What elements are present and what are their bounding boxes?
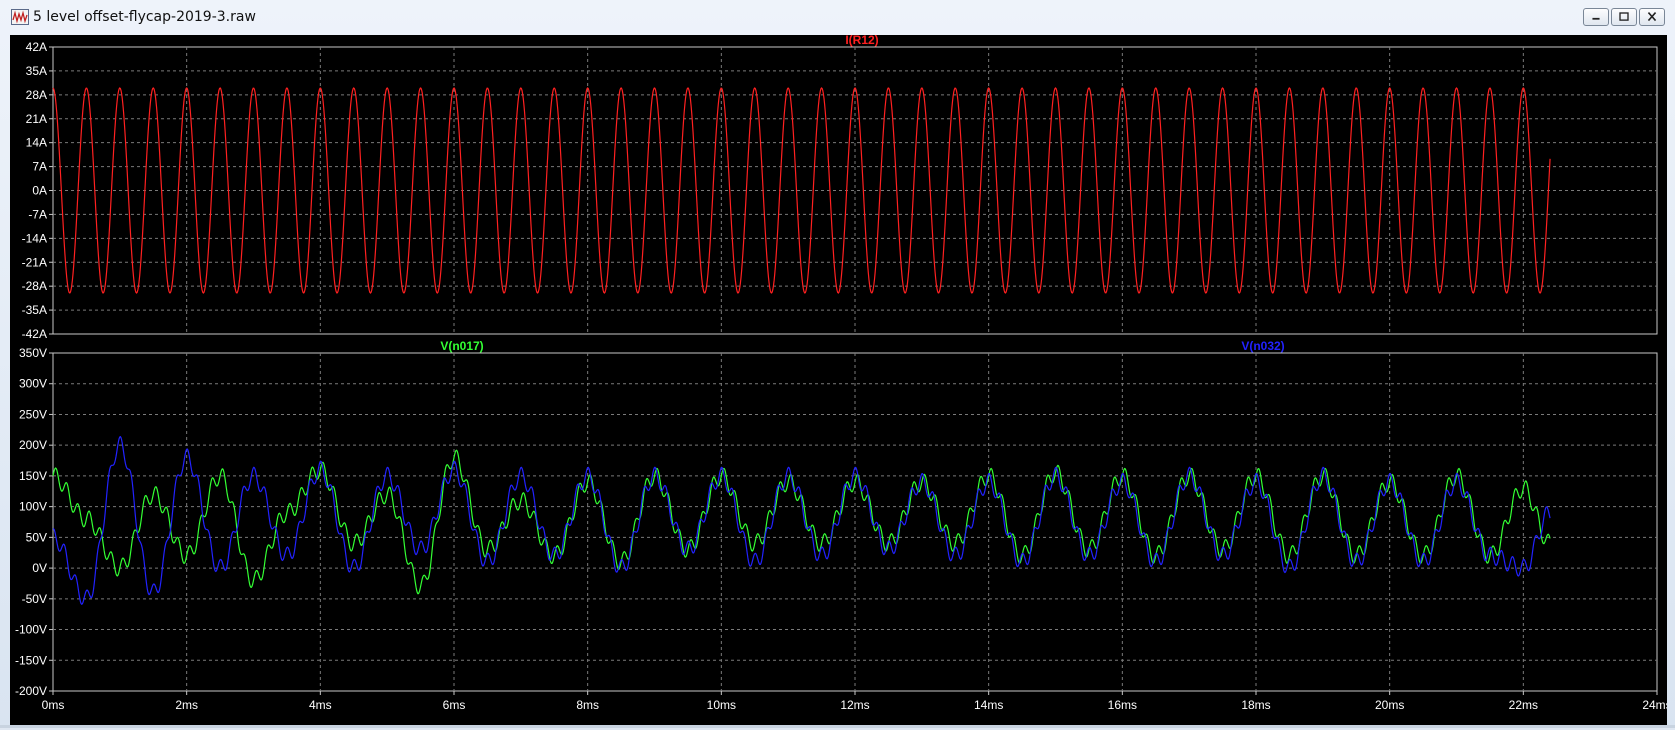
x-tick-label: 20ms <box>1375 698 1404 712</box>
waveform-window: 5 level offset-flycap-2019-3.raw 42A 35A 2… <box>0 0 1675 728</box>
pane-voltage[interactable]: 350V 300V 250V 200V 150V 100V 50V 0V -50V -100V -1… <box>15 339 1672 712</box>
minimize-icon <box>1592 17 1600 20</box>
x-tick-label: 22ms <box>1509 698 1538 712</box>
y-tick-label: -7A <box>28 207 47 221</box>
x-tick-label: 0ms <box>42 698 65 712</box>
x-tick-label: 12ms <box>840 698 869 712</box>
window-title: 5 level offset-flycap-2019-3.raw <box>33 9 256 25</box>
y-tick-label: 250V <box>19 407 47 421</box>
x-tick-label: 8ms <box>576 698 599 712</box>
y-tick-label: 200V <box>19 438 47 452</box>
y-tick-label: 300V <box>19 377 47 391</box>
waveform-app-icon <box>11 9 29 25</box>
trace-label-v-n017-: V(n017) <box>440 339 483 353</box>
y-tick-label: 7A <box>32 160 47 174</box>
x-tick-label: 24ms <box>1642 698 1667 712</box>
y-tick-label: 42A <box>26 40 47 54</box>
y-tick-label: 35A <box>26 64 47 78</box>
y-tick-label: 14A <box>26 136 47 150</box>
pane-current[interactable]: 42A 35A 28A 21A 14A 7A 0A -7A -14A -21A -28A -35A -4… <box>22 33 1658 341</box>
y-tick-label: 0A <box>32 184 47 198</box>
y-tick-label: -35A <box>22 303 47 317</box>
x-tick-label: 2ms <box>175 698 198 712</box>
y-tick-label: 100V <box>19 500 47 514</box>
maximize-button[interactable] <box>1611 8 1637 26</box>
plot-area[interactable]: 42A 35A 28A 21A 14A 7A 0A -7A -14A -21A -28A -35A -4… <box>10 33 1672 725</box>
x-tick-label: 18ms <box>1241 698 1270 712</box>
trace-label-v-n032-: V(n032) <box>1241 339 1284 353</box>
y-tick-label: -200V <box>15 684 47 698</box>
y-tick-label: 21A <box>26 112 47 126</box>
minimize-button[interactable] <box>1583 8 1609 26</box>
x-tick-label: 14ms <box>974 698 1003 712</box>
y-tick-label: -42A <box>22 327 47 341</box>
y-tick-label: 50V <box>26 530 47 544</box>
close-button[interactable] <box>1639 8 1665 26</box>
y-tick-label: -50V <box>22 592 47 606</box>
x-tick-label: 4ms <box>309 698 332 712</box>
y-tick-label: -28A <box>22 279 47 293</box>
x-tick-label: 10ms <box>707 698 736 712</box>
title-bar[interactable]: 5 level offset-flycap-2019-3.raw <box>0 0 1675 35</box>
y-tick-label: -21A <box>22 255 47 269</box>
y-tick-label: 350V <box>19 346 47 360</box>
close-icon <box>1647 12 1657 22</box>
x-tick-label: 6ms <box>443 698 466 712</box>
y-tick-label: 0V <box>32 561 47 575</box>
y-tick-label: -150V <box>15 653 47 667</box>
y-tick-label: 28A <box>26 88 47 102</box>
x-tick-label: 16ms <box>1108 698 1137 712</box>
trace-label-i-r12-: I(R12) <box>845 35 878 47</box>
maximize-icon <box>1619 12 1629 21</box>
waveform-plots[interactable]: 42A 35A 28A 21A 14A 7A 0A -7A -14A -21A -28A -35A -4… <box>10 33 1672 725</box>
y-tick-label: 150V <box>19 469 47 483</box>
y-tick-label: -14A <box>22 231 47 245</box>
y-tick-label: -100V <box>15 623 47 637</box>
